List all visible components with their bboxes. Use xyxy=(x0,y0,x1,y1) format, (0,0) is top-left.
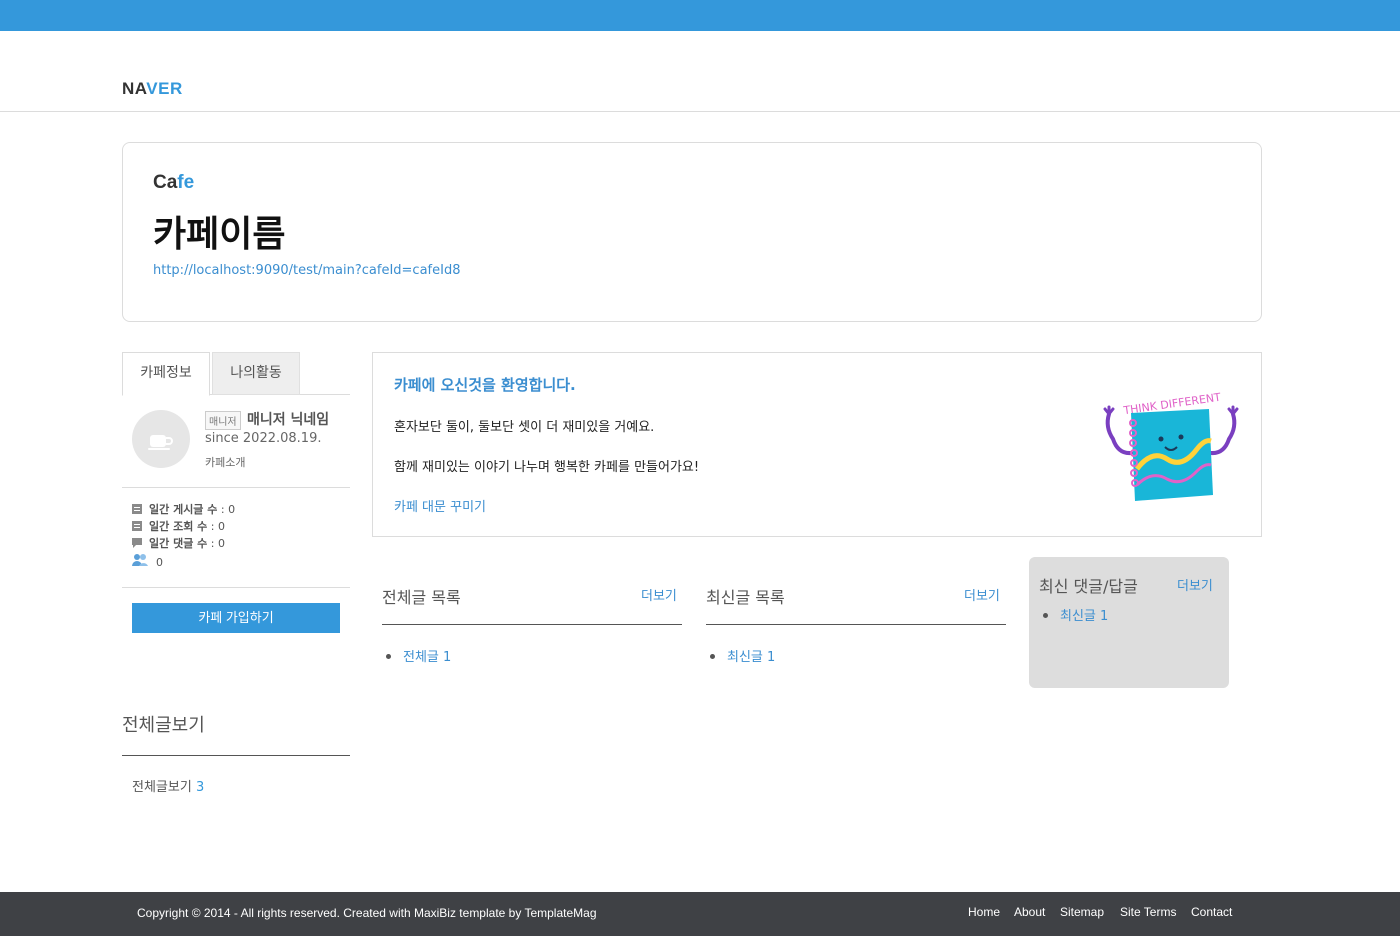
all-posts-list-divider xyxy=(382,624,682,625)
coffee-cup-icon xyxy=(148,435,173,450)
comment-icon xyxy=(132,538,142,548)
list-item[interactable]: 최신글 1 xyxy=(1043,605,1108,624)
cafe-label-part-1: Ca xyxy=(153,172,178,193)
decorate-cafe-link[interactable]: 카페 대문 꾸미기 xyxy=(394,496,486,515)
recent-comments-more-link[interactable]: 더보기 xyxy=(1177,575,1213,594)
stat-value: 0 xyxy=(156,556,163,569)
stat-label: 일간 게시글 수 xyxy=(149,503,218,516)
list-item-label: 최신글 1 xyxy=(727,650,776,665)
members-icon xyxy=(132,554,148,566)
footer-nav-site-terms[interactable]: Site Terms xyxy=(1120,905,1176,919)
sidebar-tabs: 카페정보 나의활동 xyxy=(122,352,350,396)
footer-nav-about[interactable]: About xyxy=(1014,905,1045,919)
manager-nickname: 매니저 닉네임 xyxy=(247,412,330,428)
post-icon xyxy=(132,504,142,514)
cafe-label: Cafe xyxy=(153,172,194,194)
stat-members: 0 xyxy=(132,553,163,569)
welcome-title: 카페에 오신것을 환영합니다. xyxy=(394,376,576,394)
manager-badge: 매니저 xyxy=(205,411,241,430)
stat-label: 일간 조회 수 xyxy=(149,520,208,533)
recent-posts-list-title: 최신글 목록 xyxy=(706,588,785,607)
naver-logo[interactable]: NAVER xyxy=(122,79,183,99)
cafe-intro-label: 카페소개 xyxy=(205,456,246,469)
tab-my-activity[interactable]: 나의활동 xyxy=(212,352,300,395)
bullet-dot xyxy=(710,654,715,659)
footer-nav-contact[interactable]: Contact xyxy=(1191,905,1232,919)
all-posts-count: 3 xyxy=(195,780,205,795)
list-item-label: 전체글 1 xyxy=(403,650,452,665)
logo-part-2: VER xyxy=(146,79,183,98)
stat-value: : 0 xyxy=(207,537,225,550)
stat-daily-posts: 일간 게시글 수 : 0 xyxy=(132,502,235,518)
all-posts-divider xyxy=(122,755,350,756)
bullet-dot xyxy=(386,654,391,659)
cafe-header-card: Cafe 카페이름 http://localhost:9090/test/mai… xyxy=(122,142,1262,322)
profile-panel: 매니저 매니저 닉네임 since 2022.08.19. 카페소개 xyxy=(122,395,350,488)
stat-label: 일간 댓글 수 xyxy=(149,537,208,550)
welcome-line-2: 함께 재미있는 이야기 나누며 행복한 카페를 만들어가요! xyxy=(394,460,700,475)
stat-value: : 0 xyxy=(207,520,225,533)
recent-comments-title: 최신 댓글/답글 xyxy=(1039,577,1138,596)
stats-panel: 일간 게시글 수 : 0 일간 조회 수 : 0 일간 댓글 수 : 0 0 xyxy=(122,488,350,588)
header-divider xyxy=(0,111,1400,112)
all-posts-heading: 전체글보기 xyxy=(122,715,205,736)
welcome-banner: 카페에 오신것을 환영합니다. 혼자보단 둘이, 둘보단 셋이 더 재미있을 거… xyxy=(372,352,1262,537)
cafe-name: 카페이름 xyxy=(153,214,286,255)
since-date: since 2022.08.19. xyxy=(205,431,322,446)
footer-nav-sitemap[interactable]: Sitemap xyxy=(1060,905,1104,919)
welcome-line-1: 혼자보단 둘이, 둘보단 셋이 더 재미있을 거예요. xyxy=(394,420,655,435)
copyright-text: Copyright © 2014 - All rights reserved. … xyxy=(137,906,597,920)
view-icon xyxy=(132,521,142,531)
stat-daily-comments: 일간 댓글 수 : 0 xyxy=(132,536,225,552)
list-item[interactable]: 최신글 1 xyxy=(710,646,775,665)
all-posts-list-title: 전체글 목록 xyxy=(382,588,461,607)
footer: Copyright © 2014 - All rights reserved. … xyxy=(0,892,1400,936)
cafe-url-link[interactable]: http://localhost:9090/test/main?cafeId=c… xyxy=(153,263,460,278)
logo-part-1: NA xyxy=(122,79,147,98)
all-posts-link[interactable]: 전체글보기 3 xyxy=(132,776,204,795)
list-item[interactable]: 전체글 1 xyxy=(386,646,451,665)
stat-daily-views: 일간 조회 수 : 0 xyxy=(132,519,225,535)
list-item-label: 최신글 1 xyxy=(1060,609,1109,624)
notebook-illustration: THINK DIFFERENT xyxy=(1103,391,1239,501)
avatar xyxy=(132,410,190,468)
cafe-label-part-2: fe xyxy=(177,172,195,193)
top-accent-bar xyxy=(0,0,1400,31)
recent-posts-list-divider xyxy=(706,624,1006,625)
stat-value: : 0 xyxy=(217,503,236,516)
recent-posts-more-link[interactable]: 더보기 xyxy=(964,585,1000,604)
join-cafe-button[interactable]: 카페 가입하기 xyxy=(132,603,340,633)
all-posts-link-label: 전체글보기 xyxy=(132,780,192,795)
bullet-dot xyxy=(1043,613,1048,618)
footer-nav-home[interactable]: Home xyxy=(968,905,1000,919)
all-posts-more-link[interactable]: 더보기 xyxy=(641,585,677,604)
tab-cafe-info[interactable]: 카페정보 xyxy=(122,352,210,396)
